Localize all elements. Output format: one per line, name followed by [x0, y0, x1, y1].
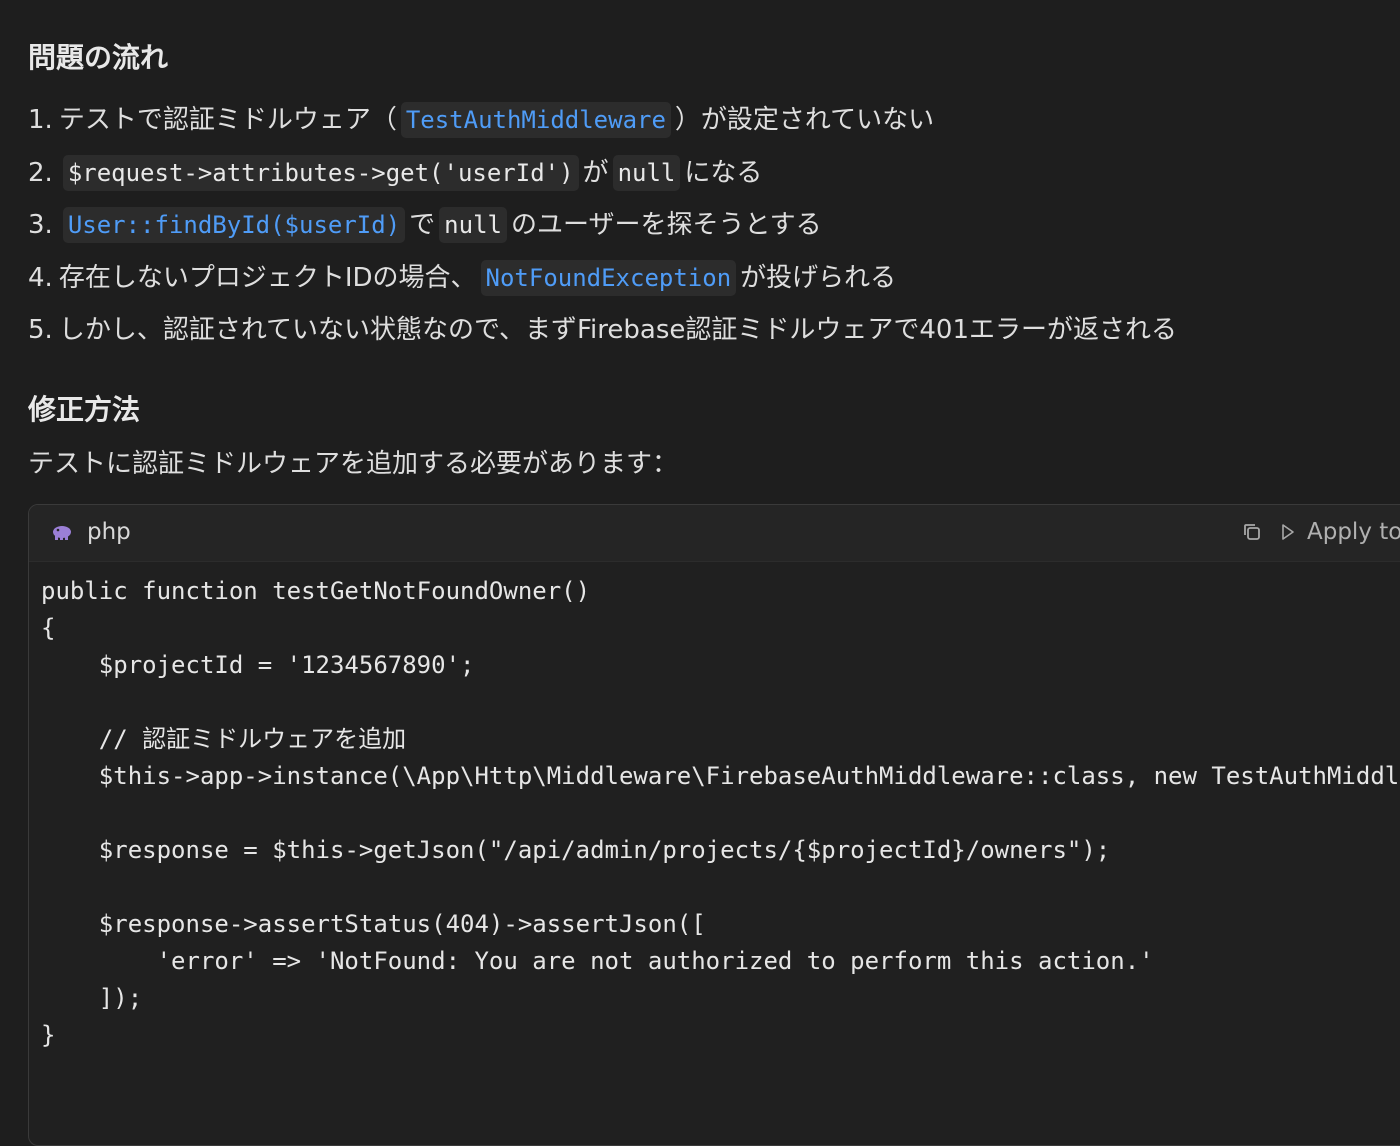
list-item: 5. しかし、認証されていない状態なので、まずFirebase認証ミドルウェアで… — [28, 304, 1177, 357]
code-body: public function testGetNotFoundOwner(){ … — [41, 573, 1400, 1054]
code-line: ]); — [41, 984, 143, 1012]
fix-description: テストに認証ミドルウェアを追加する必要があります： — [28, 449, 679, 479]
inline-code: null — [439, 207, 507, 244]
list-item-text: になる — [684, 157, 763, 188]
code-line: $projectId = '1234567890'; — [41, 651, 475, 679]
code-line: $this->app->instance(\App\Http\Middlewar… — [41, 762, 1400, 790]
code-line: public function testGetNotFoundOwner() — [41, 577, 591, 605]
list-item: 2. $request->attributes->get('userId') が… — [28, 147, 1177, 200]
copy-icon[interactable] — [1241, 521, 1263, 543]
inline-code: null — [612, 154, 681, 191]
code-block-header: php Apply to — [29, 505, 1400, 562]
code-line: $response->assertStatus(404)->assertJson… — [41, 910, 706, 938]
code-line: 'error' => 'NotFound: You are not author… — [41, 947, 1154, 975]
list-item-text: で — [409, 210, 436, 240]
list-item-number: 1. — [28, 105, 53, 135]
problem-steps-list: 1. テストで認証ミドルウェア（ TestAuthMiddleware ）が設定… — [28, 94, 1177, 357]
list-item-number: 2. — [28, 157, 53, 188]
code-language-label: php — [87, 519, 131, 545]
code-line: $response = $this->getJson("/api/admin/p… — [41, 836, 1111, 864]
list-item-text: しかし、認証されていない状態なので、まずFirebase認証ミドルウェアで401… — [58, 315, 1177, 345]
code-line: } — [41, 1021, 56, 1049]
list-item-text: のユーザーを探そうとする — [510, 210, 822, 240]
list-item-text: テストで認証ミドルウェア（ — [58, 105, 397, 135]
apply-button[interactable]: Apply to — [1281, 519, 1400, 545]
list-item-number: 4. — [28, 262, 53, 293]
list-item-text: ）が設定されていない — [674, 105, 935, 135]
code-block: php Apply to public function testGetNotF… — [28, 504, 1400, 1146]
play-icon — [1282, 524, 1294, 540]
list-item-number: 3. — [28, 210, 53, 240]
code-line: { — [41, 614, 56, 642]
list-item: 4. 存在しないプロジェクトIDの場合、 NotFoundException が… — [28, 252, 1177, 305]
list-item: 1. テストで認証ミドルウェア（ TestAuthMiddleware ）が設定… — [28, 94, 1177, 147]
inline-code: $request->attributes->get('userId') — [62, 154, 579, 191]
inline-code-link[interactable]: NotFoundException — [480, 259, 737, 296]
section-heading-fix: 修正方法 — [28, 393, 141, 426]
apply-button-label: Apply to — [1307, 519, 1400, 545]
list-item-number: 5. — [28, 315, 53, 345]
inline-code-link[interactable]: User::findById($userId) — [62, 207, 406, 244]
list-item: 3. User::findById($userId) で null のユーザーを… — [28, 199, 1177, 252]
code-line: // 認証ミドルウェアを追加 — [41, 725, 407, 753]
elephant-icon — [53, 526, 71, 540]
inline-code-link[interactable]: TestAuthMiddleware — [400, 102, 671, 139]
list-item-text: 存在しないプロジェクトIDの場合、 — [58, 262, 477, 293]
list-item-text: が — [582, 157, 609, 188]
section-heading-problem: 問題の流れ — [28, 41, 169, 74]
list-item-text: が投げられる — [740, 262, 897, 293]
